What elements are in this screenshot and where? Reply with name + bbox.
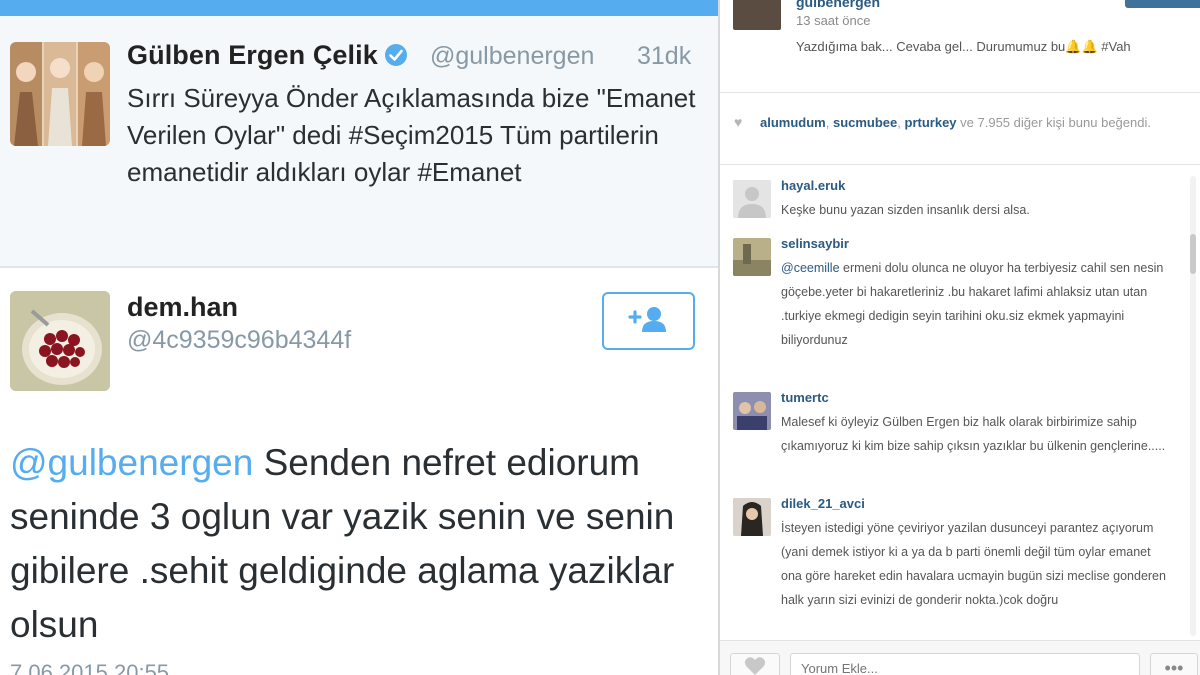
twitter-panel: Gülben Ergen Çelik @gulbenergen 31dk Sır… <box>0 0 718 675</box>
instagram-likes: ♥ alumudum, sucmubee, prturkey ve 7.955 d… <box>734 112 1194 133</box>
tweet-main-name[interactable]: Gülben Ergen Çelik <box>127 40 378 70</box>
comment-text: İsteyen istedigi yöne çeviriyor yazilan … <box>781 521 1166 607</box>
tweet-reply-avatar[interactable] <box>10 291 110 391</box>
instagram-divider <box>720 92 1200 93</box>
comment-text: Malesef ki öyleyiz Gülben Ergen biz halk… <box>781 415 1166 453</box>
likes-user[interactable]: sucmubee <box>833 115 897 130</box>
more-options-button[interactable]: ••• <box>1150 653 1198 675</box>
comment-text: Keşke bunu yazan sizden insanlık dersi a… <box>781 203 1030 217</box>
comment-username[interactable]: tumertc <box>781 390 829 405</box>
comment-username[interactable]: hayal.eruk <box>781 178 845 193</box>
instagram-divider <box>720 164 1200 165</box>
likes-user[interactable]: prturkey <box>905 115 957 130</box>
comment-avatar[interactable] <box>733 238 771 276</box>
comments-scrollbar[interactable] <box>1190 176 1196 636</box>
tweet-main-author[interactable]: Gülben Ergen Çelik <box>127 40 408 71</box>
comment-avatar[interactable] <box>733 498 771 536</box>
comment-mention[interactable]: @ceemille <box>781 261 840 275</box>
tweet-main-handle[interactable]: @gulbenergen <box>430 42 594 71</box>
instagram-author-username[interactable]: gulbenergen <box>796 0 880 10</box>
comment-avatar[interactable] <box>733 180 771 218</box>
instagram-panel: gulbenergen 13 saat önce Yazdığıma bak..… <box>720 0 1200 675</box>
instagram-action-bar: ••• <box>720 640 1200 675</box>
tweet-reply-mention[interactable]: @gulbenergen <box>10 442 253 483</box>
instagram-follow-button[interactable] <box>1125 0 1200 8</box>
like-button[interactable] <box>730 653 780 675</box>
comment-username[interactable]: dilek_21_avci <box>781 496 865 511</box>
likes-count-text: ve 7.955 diğer kişi bunu beğendi. <box>956 115 1151 130</box>
tweet-reply-date: 7.06.2015 20:55 <box>10 660 170 675</box>
instagram-author-avatar[interactable] <box>733 0 781 30</box>
tweet-reply-name[interactable]: dem.han <box>127 292 238 323</box>
heart-icon: ♥ <box>734 114 743 130</box>
comment-username[interactable]: selinsaybir <box>781 236 849 251</box>
comment-avatar[interactable] <box>733 392 771 430</box>
verified-badge-icon <box>384 43 408 67</box>
likes-user[interactable]: alumudum <box>760 115 826 130</box>
instagram-caption: Yazdığıma bak... Cevaba gel... Durumumuz… <box>796 39 1131 54</box>
twitter-top-bar <box>0 0 718 16</box>
comment-input[interactable] <box>790 653 1140 675</box>
comment-text: @ceemille ermeni dolu olunca ne oluyor h… <box>781 256 1171 352</box>
add-user-icon <box>626 304 672 339</box>
tweet-reply-text: @gulbenergen Senden nefret ediorum senin… <box>10 436 710 652</box>
heart-icon <box>744 656 766 675</box>
tweet-reply-handle[interactable]: @4c9359c96b4344f <box>127 326 351 355</box>
comments-scroll-thumb[interactable] <box>1190 234 1196 274</box>
follow-button[interactable] <box>602 292 695 350</box>
tweet-main-avatar[interactable] <box>10 42 110 146</box>
tweet-main-timestamp[interactable]: 31dk <box>637 42 691 71</box>
tweet-main-text: Sırrı Süreyya Önder Açıklamasında bize "… <box>127 83 696 187</box>
more-options-icon: ••• <box>1164 657 1184 675</box>
instagram-post-time: 13 saat önce <box>796 13 871 28</box>
